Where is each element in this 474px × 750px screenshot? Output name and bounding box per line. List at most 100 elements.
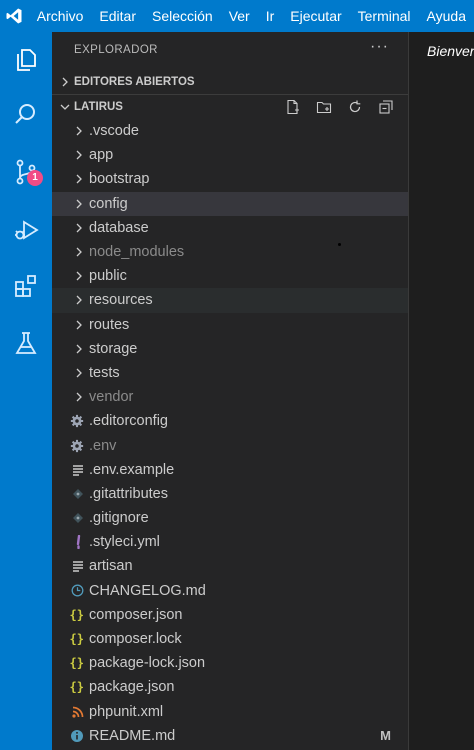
tree-folder-item[interactable]: resources	[52, 288, 409, 313]
tab-welcome[interactable]: Bienvenida	[409, 32, 474, 70]
chevron-right-icon	[52, 150, 89, 160]
more-actions-icon[interactable]: ···	[370, 38, 389, 56]
tree-file-item[interactable]: .styleci.yml	[52, 530, 409, 554]
editor-area: Bienvenida	[409, 32, 474, 750]
tree-item-label: node_modules	[89, 244, 185, 261]
tree-item-label: README.md	[89, 727, 176, 744]
tree-folder-item[interactable]: public	[52, 264, 409, 288]
tree-file-item[interactable]: {} composer.json	[52, 603, 409, 627]
tree-item-label: config	[89, 195, 128, 212]
menu-item[interactable]: Editar	[91, 0, 144, 32]
chevron-right-icon	[52, 295, 89, 305]
changelog-clock-icon	[52, 584, 89, 597]
workspace-section[interactable]: LATIRUS	[52, 94, 409, 118]
tree-item-label: routes	[89, 316, 130, 333]
rss-icon	[52, 706, 89, 718]
json-braces-icon: {}	[69, 656, 84, 671]
chevron-down-icon	[52, 102, 74, 112]
activity-bar: 1	[0, 32, 52, 750]
tree-item-label: database	[89, 219, 149, 236]
chevron-right-icon	[52, 77, 74, 87]
vscode-logo-icon	[0, 0, 29, 32]
menu-item[interactable]: Archivo	[29, 0, 92, 32]
collapse-all-icon[interactable]	[370, 95, 401, 119]
tree-folder-item[interactable]: node_modules	[52, 240, 409, 264]
tree-item-label: composer.json	[89, 606, 183, 623]
file-tree: .vscode app bootstrap config database node_mo…	[52, 119, 409, 748]
open-editors-section[interactable]: EDITORES ABIERTOS	[52, 70, 409, 94]
tree-file-item[interactable]: README.md M	[52, 724, 409, 748]
tree-item-label: app	[89, 147, 114, 164]
files-icon[interactable]	[0, 32, 52, 88]
tree-file-item[interactable]: {} package-lock.json	[52, 651, 409, 675]
extensions-icon[interactable]	[0, 258, 52, 314]
tree-item-label: public	[89, 268, 127, 285]
refresh-icon[interactable]	[339, 95, 370, 119]
tree-file-item[interactable]: phpunit.xml	[52, 700, 409, 724]
new-folder-icon[interactable]	[308, 95, 339, 119]
new-file-icon[interactable]	[277, 95, 308, 119]
info-icon	[52, 729, 89, 743]
tree-item-label: .gitattributes	[89, 485, 168, 502]
tree-file-item[interactable]: {} package.json	[52, 675, 409, 699]
tree-item-label: CHANGELOG.md	[89, 582, 206, 599]
tree-item-label: .vscode	[89, 123, 139, 140]
tree-item-label: package-lock.json	[89, 655, 206, 672]
tree-folder-item[interactable]: config	[52, 191, 409, 216]
workspace-label: LATIRUS	[74, 100, 123, 113]
tree-file-item[interactable]: .gitignore	[52, 506, 409, 530]
tree-item-label: artisan	[89, 558, 133, 575]
tree-folder-item[interactable]: .vscode	[52, 119, 409, 143]
chevron-right-icon	[52, 344, 89, 354]
explorer-sidebar: EXPLORADOR ··· EDITORES ABIERTOS LATIRUS	[52, 32, 409, 750]
source-control-icon[interactable]: 1	[0, 144, 52, 200]
tree-folder-item[interactable]: storage	[52, 337, 409, 361]
tree-item-label: .styleci.yml	[89, 534, 160, 551]
tree-file-item[interactable]: .gitattributes	[52, 482, 409, 506]
json-braces-icon: {}	[69, 680, 84, 695]
chevron-right-icon	[52, 126, 89, 136]
menu-item[interactable]: Ir	[258, 0, 283, 32]
tree-item-label: .editorconfig	[89, 413, 168, 430]
menu-item[interactable]: Ayuda	[419, 0, 474, 32]
yaml-icon	[52, 535, 89, 550]
git-modified-badge: M	[380, 728, 391, 744]
search-icon[interactable]	[0, 87, 52, 143]
text-lines-icon	[52, 560, 89, 573]
tree-item-label: .gitignore	[89, 510, 149, 527]
tab-bar: Bienvenida	[409, 32, 474, 70]
gear-icon	[52, 414, 89, 428]
tree-item-label: resources	[89, 292, 153, 309]
workspace-actions	[277, 95, 401, 119]
chevron-right-icon	[52, 199, 89, 209]
git-icon	[52, 512, 89, 524]
tree-item-label: .env	[89, 437, 117, 454]
chevron-right-icon	[52, 247, 89, 257]
git-icon	[52, 488, 89, 500]
tree-file-item[interactable]: artisan	[52, 554, 409, 578]
testing-icon[interactable]	[0, 315, 52, 371]
tree-folder-item[interactable]: vendor	[52, 385, 409, 409]
tree-file-item[interactable]: .env	[52, 433, 409, 457]
tree-file-item[interactable]: .editorconfig	[52, 409, 409, 433]
tree-item-label: bootstrap	[89, 171, 150, 188]
tree-folder-item[interactable]: tests	[52, 361, 409, 385]
tree-item-label: tests	[89, 364, 120, 381]
menu-item[interactable]: Terminal	[350, 0, 419, 32]
tree-item-label: vendor	[89, 389, 134, 406]
tree-folder-item[interactable]: app	[52, 143, 409, 167]
menu-item[interactable]: Ejecutar	[282, 0, 349, 32]
menu-item[interactable]: Selección	[144, 0, 221, 32]
tree-file-item[interactable]: CHANGELOG.md	[52, 579, 409, 603]
tree-item-label: composer.lock	[89, 631, 182, 648]
open-editors-label: EDITORES ABIERTOS	[74, 76, 195, 88]
run-debug-icon[interactable]	[0, 202, 52, 258]
json-braces-icon: {}	[69, 607, 84, 622]
tree-folder-item[interactable]: bootstrap	[52, 167, 409, 191]
tree-item-label: package.json	[89, 679, 175, 696]
menu-item[interactable]: Ver	[221, 0, 258, 32]
tree-folder-item[interactable]: database	[52, 216, 409, 240]
tree-file-item[interactable]: .env.example	[52, 458, 409, 482]
tree-folder-item[interactable]: routes	[52, 313, 409, 337]
tree-file-item[interactable]: {} composer.lock	[52, 627, 409, 651]
